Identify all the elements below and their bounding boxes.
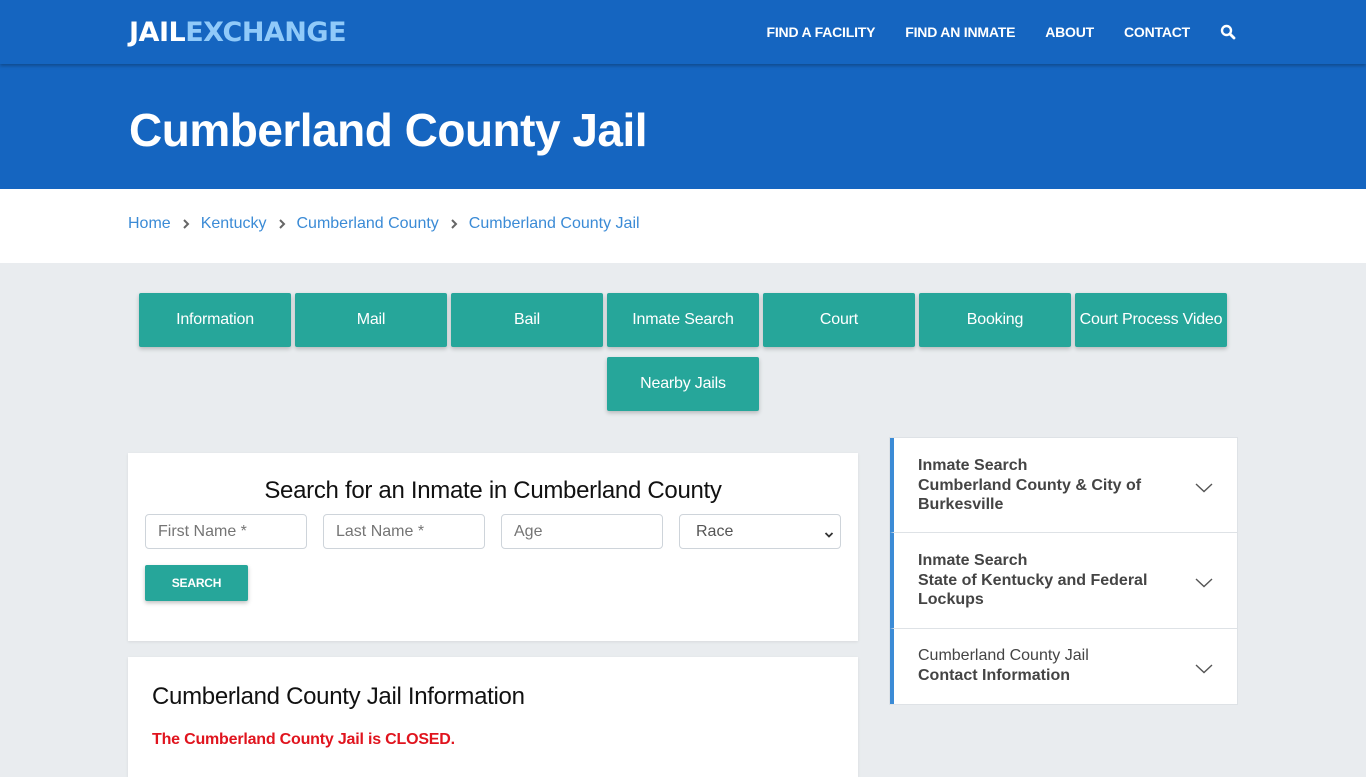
breadcrumb-home[interactable]: Home xyxy=(128,215,171,233)
accordion-subheading: Cumberland County & City of Burkesville xyxy=(918,476,1142,514)
tile-mail[interactable]: Mail xyxy=(295,293,447,347)
age-input[interactable] xyxy=(501,514,663,549)
tile-information[interactable]: Information xyxy=(139,293,291,347)
inmate-search-card: Search for an Inmate in Cumberland Count… xyxy=(128,453,858,641)
tile-court-process-video[interactable]: Court Process Video xyxy=(1075,293,1227,347)
logo-exchange-text: EXCHANGE xyxy=(185,17,347,48)
chevron-down-icon xyxy=(824,527,834,538)
chevron-right-icon xyxy=(179,217,193,231)
jail-info-card: Cumberland County Jail Information The C… xyxy=(128,657,858,777)
chevron-down-icon xyxy=(1195,480,1213,493)
nav-find-facility[interactable]: FIND A FACILITY xyxy=(767,24,876,40)
site-logo[interactable]: JAILEXCHANGE xyxy=(129,16,347,50)
top-navbar: JAILEXCHANGE FIND A FACILITY FIND AN INM… xyxy=(0,0,1366,64)
breadcrumb-state[interactable]: Kentucky xyxy=(201,215,267,233)
breadcrumb: Home Kentucky Cumberland County Cumberla… xyxy=(128,215,640,233)
tile-court[interactable]: Court xyxy=(763,293,915,347)
accordion-heading: Inmate Search xyxy=(918,457,1028,474)
breadcrumb-bar: Home Kentucky Cumberland County Cumberla… xyxy=(0,189,1366,263)
chevron-right-icon xyxy=(447,217,461,231)
logo-jail-text: JAIL xyxy=(129,17,186,48)
breadcrumb-county[interactable]: Cumberland County xyxy=(297,215,439,233)
accordion-subheading: State of Kentucky and Federal Lockups xyxy=(918,571,1148,609)
search-card-title: Search for an Inmate in Cumberland Count… xyxy=(264,477,722,504)
first-name-input[interactable] xyxy=(145,514,307,549)
tile-bail[interactable]: Bail xyxy=(451,293,603,347)
tile-booking[interactable]: Booking xyxy=(919,293,1071,347)
tile-nearby-jails[interactable]: Nearby Jails xyxy=(607,357,759,411)
search-button[interactable]: SEARCH xyxy=(145,565,248,601)
nav-find-inmate[interactable]: FIND AN INMATE xyxy=(905,24,1015,40)
nav-about[interactable]: ABOUT xyxy=(1045,24,1094,40)
chevron-right-icon xyxy=(275,217,289,231)
accordion-contact-info[interactable]: Cumberland County Jail Contact Informati… xyxy=(890,629,1237,704)
race-select[interactable]: Race xyxy=(679,514,841,549)
hero-banner: Cumberland County Jail xyxy=(0,64,1366,189)
last-name-input[interactable] xyxy=(323,514,485,549)
closed-notice: The Cumberland County Jail is CLOSED. xyxy=(152,731,455,748)
accordion-state-inmate-search[interactable]: Inmate Search State of Kentucky and Fede… xyxy=(890,533,1237,629)
race-select-value: Race xyxy=(696,523,734,540)
accordion-county-inmate-search[interactable]: Inmate Search Cumberland County & City o… xyxy=(890,438,1237,533)
tile-inmate-search[interactable]: Inmate Search xyxy=(607,293,759,347)
chevron-down-icon xyxy=(1195,661,1213,674)
section-buttons: Information Mail Bail Inmate Search Cour… xyxy=(137,293,1229,411)
page-title: Cumberland County Jail xyxy=(129,104,648,156)
chevron-down-icon xyxy=(1195,575,1213,588)
breadcrumb-current[interactable]: Cumberland County Jail xyxy=(469,215,640,233)
nav-contact[interactable]: CONTACT xyxy=(1124,24,1190,40)
accordion-subheading: Contact Information xyxy=(918,666,1070,684)
main-nav: FIND A FACILITY FIND AN INMATE ABOUT CON… xyxy=(737,0,1236,64)
search-icon[interactable] xyxy=(1220,24,1236,40)
accordion-heading: Cumberland County Jail xyxy=(918,647,1089,664)
sidebar-accordion: Inmate Search Cumberland County & City o… xyxy=(889,437,1238,705)
info-title: Cumberland County Jail Information xyxy=(152,683,525,710)
accordion-heading: Inmate Search xyxy=(918,552,1028,569)
